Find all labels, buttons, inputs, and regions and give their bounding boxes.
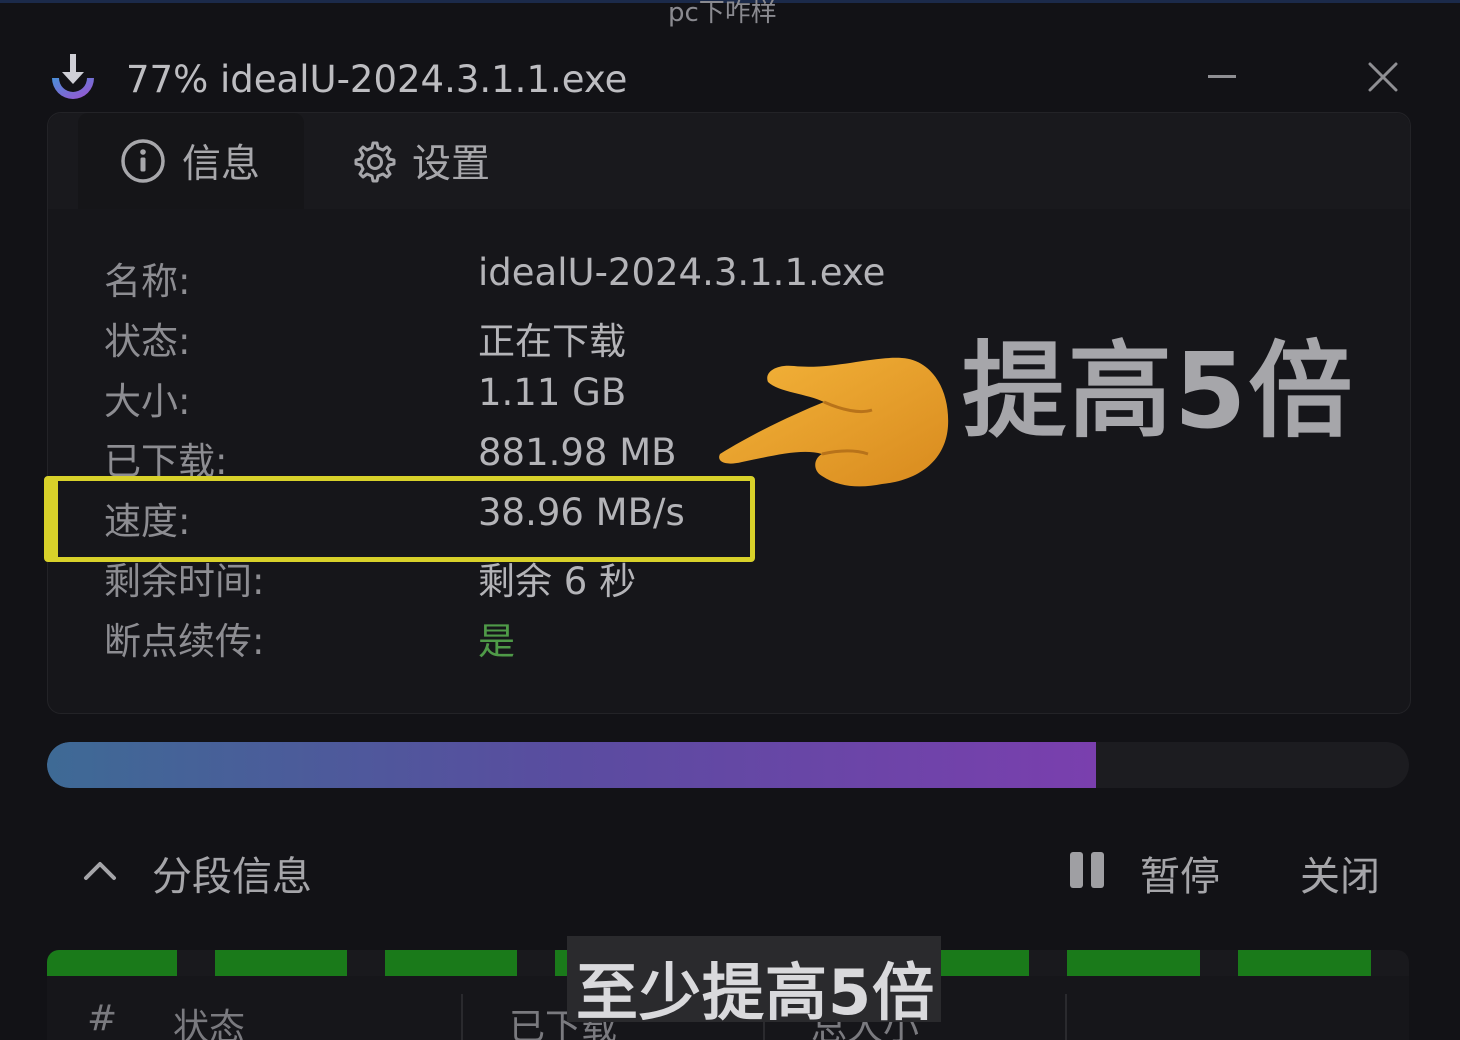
close-button[interactable]: 关闭 — [1300, 844, 1380, 902]
column-divider — [461, 994, 463, 1040]
segment-info-toggle[interactable]: 分段信息 — [152, 844, 312, 902]
tab-info-label: 信息 — [182, 142, 261, 187]
status-value: 正在下载 — [478, 320, 626, 363]
pointing-hand-icon — [719, 357, 949, 487]
pause-button[interactable]: 暂停 — [1140, 844, 1220, 902]
segment-progress — [47, 950, 177, 976]
resume-value: 是 — [478, 620, 515, 663]
minimize-button[interactable] — [1200, 54, 1244, 98]
title-bar: 77% idealU-2024.3.1.1.exe — [0, 20, 1460, 101]
speed-highlight-box — [44, 476, 755, 562]
size-value: 1.11 GB — [478, 371, 627, 414]
video-subtitle: 至少提高5倍 — [576, 956, 936, 1029]
size-label: 大小: — [104, 380, 191, 423]
gear-icon — [354, 141, 396, 183]
tab-info[interactable]: 信息 — [78, 113, 304, 209]
download-progress-bar — [47, 742, 1409, 788]
resume-label: 断点续传: — [104, 620, 265, 663]
segment-progress — [1238, 950, 1371, 976]
tab-settings-label: 设置 — [412, 142, 491, 187]
info-icon — [121, 139, 165, 183]
segment-progress — [385, 950, 517, 976]
info-row-name: 名称: idealU-2024.3.1.1.exe — [104, 251, 1104, 307]
status-label: 状态: — [104, 320, 191, 363]
window-title: 77% idealU-2024.3.1.1.exe — [126, 58, 628, 101]
name-label: 名称: — [104, 260, 191, 303]
name-value: idealU-2024.3.1.1.exe — [478, 251, 886, 294]
tab-bar: 信息 设置 — [48, 113, 1410, 209]
column-divider — [1065, 994, 1067, 1040]
downloaded-value: 881.98 MB — [478, 431, 677, 474]
pause-icon[interactable] — [1068, 850, 1108, 890]
download-app-icon — [52, 54, 94, 99]
info-row-resume: 断点续传: 是 — [104, 611, 1104, 667]
column-status: 状态 — [173, 1007, 246, 1040]
segment-progress — [215, 950, 347, 976]
annotation-big-text: 提高5倍 — [962, 330, 1355, 452]
chevron-up-icon[interactable] — [80, 850, 120, 890]
close-window-icon[interactable] — [1360, 54, 1406, 100]
column-index: # — [87, 998, 118, 1039]
tab-settings[interactable]: 设置 — [338, 113, 528, 209]
progress-fill — [47, 742, 1096, 788]
segment-progress — [1067, 950, 1200, 976]
